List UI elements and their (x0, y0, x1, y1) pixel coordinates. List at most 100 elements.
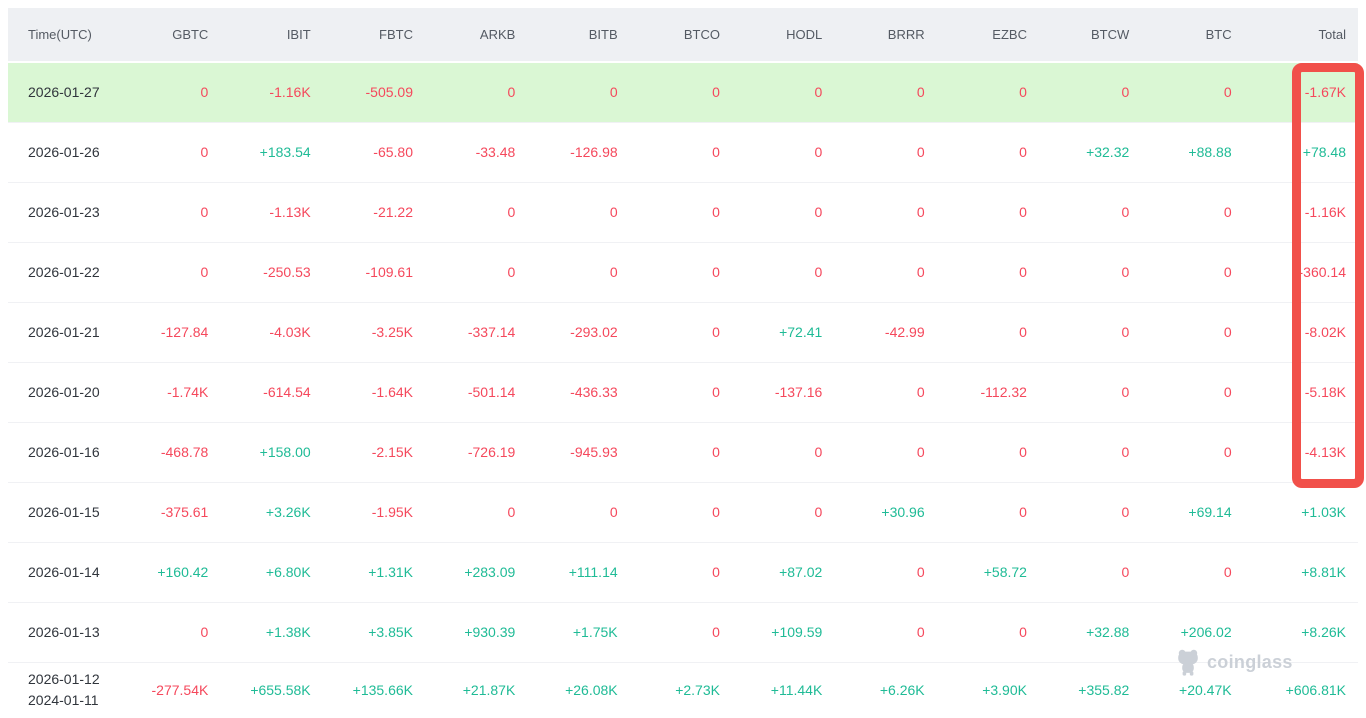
cell-btco: +2.73K (642, 662, 744, 717)
cell-gbtc: -277.54K (130, 662, 232, 717)
cell-fbtc: -3.25K (335, 302, 437, 362)
cell-fbtc: +1.31K (335, 542, 437, 602)
cell-total: -360.14 (1256, 242, 1358, 302)
cell-ezbc: 0 (949, 182, 1051, 242)
col-header-time-utc-[interactable]: Time(UTC) (8, 8, 130, 62)
cell-ezbc: +3.90K (949, 662, 1051, 717)
cell-ibit: -4.03K (232, 302, 334, 362)
cell-date: 2026-01-15 (8, 482, 130, 542)
cell-arkb: -33.48 (437, 122, 539, 182)
col-header-fbtc[interactable]: FBTC (335, 8, 437, 62)
cell-btcw: +355.82 (1051, 662, 1153, 717)
cell-btc: +20.47K (1153, 662, 1255, 717)
table-row[interactable]: 2026-01-130+1.38K+3.85K+930.39+1.75K0+10… (8, 602, 1358, 662)
cell-btco: 0 (642, 602, 744, 662)
cell-arkb: +283.09 (437, 542, 539, 602)
cell-total: +606.81K (1256, 662, 1358, 717)
cell-btco: 0 (642, 362, 744, 422)
col-header-hodl[interactable]: HODL (744, 8, 846, 62)
cell-bitb: 0 (539, 482, 641, 542)
cell-ezbc: 0 (949, 122, 1051, 182)
cell-ibit: -1.16K (232, 62, 334, 122)
cell-ibit: -614.54 (232, 362, 334, 422)
cell-hodl: -137.16 (744, 362, 846, 422)
cell-btcw: 0 (1051, 362, 1153, 422)
cell-arkb: +21.87K (437, 662, 539, 717)
cell-hodl: 0 (744, 242, 846, 302)
table-row[interactable]: 2026-01-122024-01-11-277.54K+655.58K+135… (8, 662, 1358, 717)
cell-date: 2026-01-16 (8, 422, 130, 482)
cell-btcw: 0 (1051, 62, 1153, 122)
table-header: Time(UTC)GBTCIBITFBTCARKBBITBBTCOHODLBRR… (8, 8, 1358, 62)
cell-btc: 0 (1153, 422, 1255, 482)
cell-brrr: 0 (846, 62, 948, 122)
cell-date: 2026-01-14 (8, 542, 130, 602)
table-row[interactable]: 2026-01-20-1.74K-614.54-1.64K-501.14-436… (8, 362, 1358, 422)
cell-bitb: -126.98 (539, 122, 641, 182)
table-row[interactable]: 2026-01-270-1.16K-505.0900000000-1.67K (8, 62, 1358, 122)
cell-hodl: 0 (744, 482, 846, 542)
cell-hodl: 0 (744, 122, 846, 182)
cell-brrr: -42.99 (846, 302, 948, 362)
cell-arkb: 0 (437, 182, 539, 242)
cell-btcw: +32.88 (1051, 602, 1153, 662)
cell-arkb: -501.14 (437, 362, 539, 422)
cell-brrr: +30.96 (846, 482, 948, 542)
col-header-btc[interactable]: BTC (1153, 8, 1255, 62)
cell-fbtc: -1.64K (335, 362, 437, 422)
cell-date: 2026-01-22 (8, 242, 130, 302)
col-header-bitb[interactable]: BITB (539, 8, 641, 62)
cell-brrr: 0 (846, 542, 948, 602)
cell-btc: 0 (1153, 542, 1255, 602)
cell-fbtc: -2.15K (335, 422, 437, 482)
cell-hodl: 0 (744, 182, 846, 242)
col-header-ibit[interactable]: IBIT (232, 8, 334, 62)
cell-total: +8.26K (1256, 602, 1358, 662)
cell-fbtc: +3.85K (335, 602, 437, 662)
col-header-btcw[interactable]: BTCW (1051, 8, 1153, 62)
cell-arkb: -726.19 (437, 422, 539, 482)
cell-gbtc: 0 (130, 62, 232, 122)
table-row[interactable]: 2026-01-14+160.42+6.80K+1.31K+283.09+111… (8, 542, 1358, 602)
cell-hodl: +11.44K (744, 662, 846, 717)
cell-fbtc: -109.61 (335, 242, 437, 302)
cell-brrr: 0 (846, 242, 948, 302)
cell-ibit: +655.58K (232, 662, 334, 717)
cell-btco: 0 (642, 62, 744, 122)
cell-ibit: +183.54 (232, 122, 334, 182)
table-row[interactable]: 2026-01-220-250.53-109.6100000000-360.14 (8, 242, 1358, 302)
table-row[interactable]: 2026-01-16-468.78+158.00-2.15K-726.19-94… (8, 422, 1358, 482)
cell-date: 2026-01-122024-01-11 (8, 662, 130, 717)
cell-fbtc: -1.95K (335, 482, 437, 542)
cell-ibit: +3.26K (232, 482, 334, 542)
cell-arkb: 0 (437, 62, 539, 122)
cell-gbtc: -468.78 (130, 422, 232, 482)
cell-btcw: 0 (1051, 302, 1153, 362)
cell-btc: 0 (1153, 302, 1255, 362)
table-row[interactable]: 2026-01-230-1.13K-21.2200000000-1.16K (8, 182, 1358, 242)
col-header-ezbc[interactable]: EZBC (949, 8, 1051, 62)
table-row[interactable]: 2026-01-21-127.84-4.03K-3.25K-337.14-293… (8, 302, 1358, 362)
cell-btco: 0 (642, 422, 744, 482)
cell-fbtc: +135.66K (335, 662, 437, 717)
cell-total: +1.03K (1256, 482, 1358, 542)
col-header-brrr[interactable]: BRRR (846, 8, 948, 62)
cell-ezbc: 0 (949, 482, 1051, 542)
cell-total: -4.13K (1256, 422, 1358, 482)
cell-bitb: -945.93 (539, 422, 641, 482)
cell-total: -8.02K (1256, 302, 1358, 362)
col-header-arkb[interactable]: ARKB (437, 8, 539, 62)
cell-date: 2026-01-21 (8, 302, 130, 362)
cell-ibit: -250.53 (232, 242, 334, 302)
cell-btco: 0 (642, 542, 744, 602)
cell-btco: 0 (642, 242, 744, 302)
table-row[interactable]: 2026-01-15-375.61+3.26K-1.95K0000+30.960… (8, 482, 1358, 542)
cell-total: -5.18K (1256, 362, 1358, 422)
cell-brrr: 0 (846, 422, 948, 482)
table-row[interactable]: 2026-01-260+183.54-65.80-33.48-126.98000… (8, 122, 1358, 182)
col-header-btco[interactable]: BTCO (642, 8, 744, 62)
cell-gbtc: -1.74K (130, 362, 232, 422)
etf-flow-page: Time(UTC)GBTCIBITFBTCARKBBITBBTCOHODLBRR… (0, 0, 1366, 718)
col-header-total[interactable]: Total (1256, 8, 1358, 62)
col-header-gbtc[interactable]: GBTC (130, 8, 232, 62)
